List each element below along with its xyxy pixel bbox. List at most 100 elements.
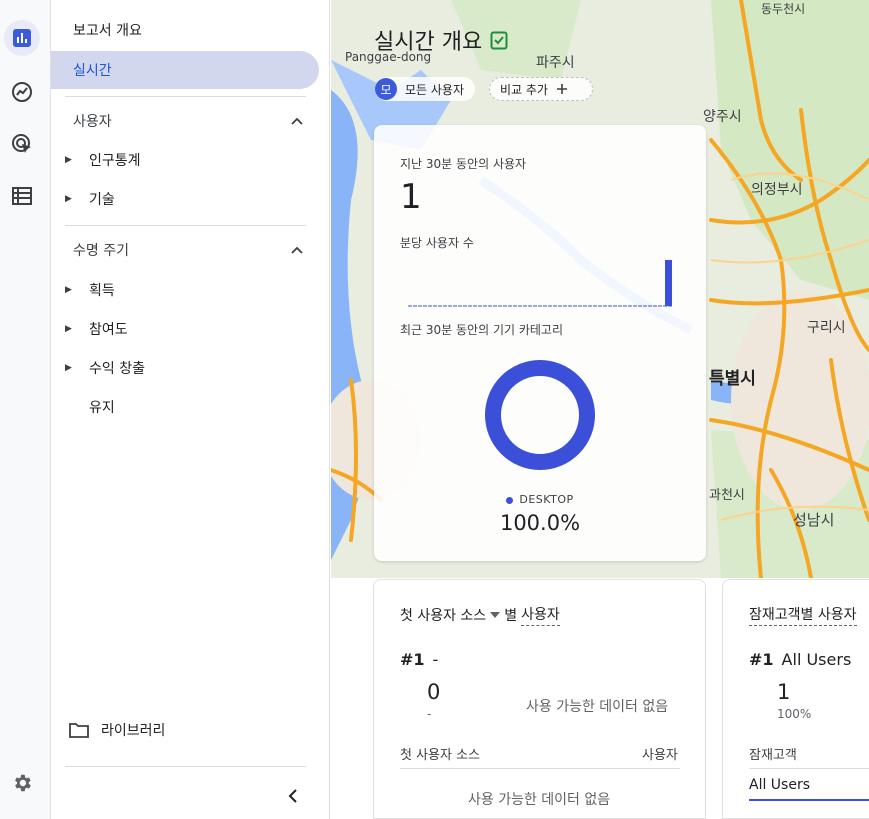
users-per-minute-label: 분당 사용자 수 xyxy=(400,236,474,250)
map-label: 의정부시 xyxy=(751,182,803,198)
rank-label: #1 xyxy=(400,650,425,669)
source-metric-value: 0 xyxy=(427,680,441,704)
map-label: 특별시 xyxy=(709,369,756,389)
caret-right-icon: ▶ xyxy=(65,194,72,204)
per-minute-bar[interactable] xyxy=(665,260,672,306)
nav-item-tech-label: 기술 xyxy=(89,192,115,208)
audience-card-title[interactable]: 잠재고객별 사용자 xyxy=(749,604,857,626)
users-per-minute-chart[interactable] xyxy=(408,259,672,307)
collapse-nav-button[interactable] xyxy=(281,784,305,808)
map-label: 과천시 xyxy=(709,488,745,503)
device-category-label: 최근 30분 동안의 기기 카테고리 xyxy=(400,323,564,337)
dimension-label: 첫 사용자 소스 xyxy=(400,608,487,624)
realtime-summary-card: 지난 30분 동안의 사용자 1 분당 사용자 수 최근 30분 동안의 기기 … xyxy=(374,125,706,561)
audience-row-all-users[interactable]: All Users xyxy=(749,777,810,793)
add-comparison-label: 비교 추가 xyxy=(500,82,548,97)
caret-down-icon xyxy=(490,612,501,618)
map-label: 파주시 xyxy=(536,55,575,71)
explore-chart-icon xyxy=(12,82,32,102)
admin-settings-button[interactable] xyxy=(4,765,40,801)
bar-chart-icon xyxy=(13,29,31,47)
reports-nav-button[interactable] xyxy=(4,20,40,56)
segment-chip-all-users[interactable]: 모 모든 사용자 xyxy=(375,77,475,101)
map-label: 성남시 xyxy=(793,511,835,529)
rank-label: #1 xyxy=(749,650,774,669)
icon-rail xyxy=(0,0,51,819)
caret-right-icon: ▶ xyxy=(65,285,72,295)
explore-nav-button[interactable] xyxy=(4,74,40,110)
col-header-source: 첫 사용자 소스 xyxy=(400,748,481,763)
nav-item-tech[interactable]: ▶ 기술 xyxy=(65,184,115,214)
caret-right-icon: ▶ xyxy=(65,363,72,373)
nav-section-lifecycle-label: 수명 주기 xyxy=(73,243,129,259)
nav-reports-overview[interactable]: 보고서 개요 xyxy=(73,12,142,48)
nav-item-demographics-label: 인구통계 xyxy=(89,153,141,169)
gear-icon xyxy=(15,774,31,792)
audience-metric-sub: 100% xyxy=(777,707,812,721)
device-legend: DESKTOP xyxy=(374,493,706,506)
chevron-left-icon xyxy=(288,789,297,803)
map-label: 구리시 xyxy=(807,320,846,336)
nav-item-retention-label: 유지 xyxy=(89,400,115,416)
caret-right-icon: ▶ xyxy=(65,155,72,165)
nav-section-users-label: 사용자 xyxy=(73,114,112,130)
desktop-percentage: 100.0% xyxy=(499,511,581,535)
folder-icon xyxy=(69,723,89,738)
nav-item-monetization-label: 수익 창출 xyxy=(89,361,145,377)
nav-item-retention[interactable]: ▶ 유지 xyxy=(65,392,115,422)
target-cursor-icon xyxy=(12,134,31,153)
dimension-selector[interactable]: 첫 사용자 소스 xyxy=(400,605,504,625)
library-label: 라이브러리 xyxy=(101,723,166,739)
nav-item-engagement[interactable]: ▶ 참여도 xyxy=(65,314,128,344)
segment-chip-label: 모든 사용자 xyxy=(405,82,465,97)
map-label: 동두천시 xyxy=(761,2,806,16)
source-no-data: 사용 가능한 데이터 없음 xyxy=(526,699,669,715)
nav-item-acquisition-label: 획득 xyxy=(89,283,115,299)
rank-value: - xyxy=(432,650,439,669)
audience-metric-value: 1 xyxy=(777,680,791,704)
page-title: 실시간 개요 xyxy=(374,24,508,56)
nav-section-users[interactable]: 사용자 xyxy=(73,106,303,136)
nav-divider xyxy=(65,225,306,226)
nav-item-acquisition[interactable]: ▶ 획득 xyxy=(65,275,115,305)
device-donut-chart[interactable] xyxy=(484,359,596,471)
map-label: 양주시 xyxy=(703,109,742,125)
add-comparison-button[interactable]: 비교 추가 xyxy=(489,77,593,101)
legend-dot xyxy=(506,496,514,504)
selected-row-indicator xyxy=(749,799,869,801)
top-rank: #1- xyxy=(400,650,438,669)
nav-realtime[interactable]: 실시간 xyxy=(73,51,112,89)
audience-users-card: 잠재고객별 사용자 #1 All Users 1 100% 잠재고객 All Us… xyxy=(722,579,869,819)
rank-value: All Users xyxy=(781,650,852,669)
col-header-users: 사용자 xyxy=(642,748,678,763)
col-header-audience: 잠재고객 xyxy=(749,748,797,763)
nav-item-demographics[interactable]: ▶ 인구통계 xyxy=(65,145,141,175)
nav-section-lifecycle[interactable]: 수명 주기 xyxy=(73,235,303,265)
title-connector: 별 xyxy=(504,608,518,624)
list-table-icon xyxy=(12,187,32,205)
nav-item-monetization[interactable]: ▶ 수익 창출 xyxy=(65,353,145,383)
report-navigation: 보고서 개요 실시간 사용자 ▶ 인구통계 ▶ 기술 수명 주기 ▶ 획득 ▶ … xyxy=(51,0,330,819)
table-no-data: 사용 가능한 데이터 없음 xyxy=(468,792,611,808)
metric-selector[interactable]: 사용자 xyxy=(521,604,560,626)
source-card-title: 첫 사용자 소스 별 사용자 xyxy=(400,604,560,626)
verified-check-icon xyxy=(490,31,508,50)
chevron-up-icon xyxy=(291,246,303,254)
chevron-up-icon xyxy=(291,117,303,125)
plus-icon xyxy=(556,84,567,94)
audience-top-rank: #1 All Users xyxy=(749,650,851,669)
first-user-source-card: 첫 사용자 소스 별 사용자 #1- 0 - 사용 가능한 데이터 없음 첫 사… xyxy=(373,579,706,819)
users-30min-value: 1 xyxy=(400,177,422,217)
configure-nav-button[interactable] xyxy=(4,178,40,214)
table-header-divider xyxy=(749,768,869,769)
audience-title-text: 잠재고객별 사용자 xyxy=(749,604,857,626)
library-link[interactable]: 라이브러리 xyxy=(69,716,165,744)
source-metric-sub: - xyxy=(427,707,432,721)
donut-slice-desktop[interactable] xyxy=(485,360,595,470)
table-header-divider xyxy=(400,768,680,769)
users-30min-label: 지난 30분 동안의 사용자 xyxy=(400,157,527,171)
legend-desktop-label: DESKTOP xyxy=(519,493,574,506)
nav-divider xyxy=(65,96,306,97)
advertising-nav-button[interactable] xyxy=(4,126,40,162)
nav-item-engagement-label: 참여도 xyxy=(89,322,128,338)
